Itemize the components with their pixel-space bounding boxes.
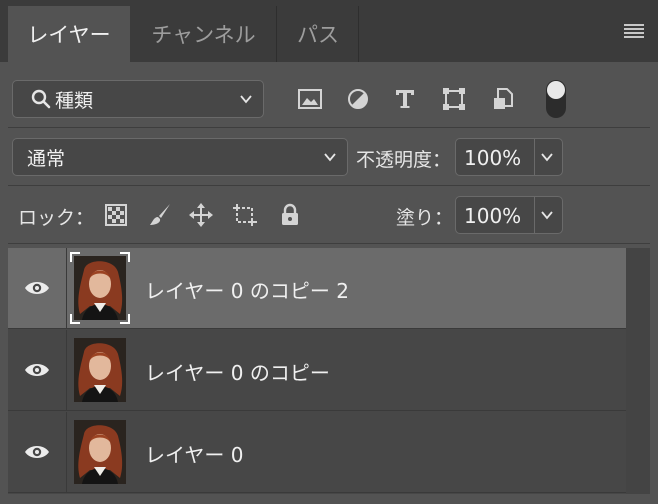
divider [8, 127, 650, 128]
lock-all-icon[interactable] [275, 200, 305, 230]
chevron-down-icon[interactable] [540, 150, 554, 164]
chevron-down-icon [324, 153, 336, 162]
layer-row[interactable]: レイヤー 0 のコピー [8, 330, 626, 411]
layer-thumbnail[interactable] [74, 338, 126, 402]
toggle-knob [547, 81, 565, 99]
divider [8, 185, 650, 186]
divider [8, 243, 650, 244]
eye-icon [25, 282, 49, 294]
chevron-down-icon [240, 95, 252, 104]
search-icon [31, 89, 51, 109]
filter-kind-label: 種類 [55, 89, 94, 112]
hamburger-menu-icon[interactable] [624, 24, 644, 38]
divider [534, 197, 535, 233]
lock-label: ロック： [18, 207, 95, 229]
layer-list: レイヤー 0 のコピー 2 レイヤー 0 のコピー レイヤー 0 [8, 248, 626, 494]
panel-tab-bar: レイヤー チャンネル パス [0, 0, 658, 62]
opacity-field[interactable]: 100% [455, 138, 563, 176]
opacity-label: 不透明度： [356, 149, 452, 171]
filter-toggle-switch[interactable] [546, 80, 566, 118]
fill-value[interactable]: 100% [464, 204, 521, 228]
visibility-toggle[interactable] [8, 248, 67, 328]
type-filter-icon[interactable] [390, 84, 420, 114]
layer-thumbnail[interactable] [74, 420, 126, 484]
layer-name[interactable]: レイヤー 0 のコピー 2 [145, 275, 349, 304]
layer-name[interactable]: レイヤー 0 のコピー [145, 357, 330, 386]
visibility-toggle[interactable] [8, 330, 67, 410]
image-filter-icon[interactable] [295, 84, 325, 114]
lock-transparent-pixels-icon[interactable] [101, 200, 131, 230]
opacity-value[interactable]: 100% [464, 146, 521, 170]
layer-row[interactable]: レイヤー 0 [8, 412, 626, 493]
lock-artboard-icon[interactable] [230, 200, 260, 230]
lock-image-pixels-icon[interactable] [145, 200, 175, 230]
filter-kind-dropdown[interactable]: 種類 [12, 80, 264, 118]
fill-label: 塗り： [396, 207, 454, 229]
tab-paths[interactable]: パス [278, 6, 359, 62]
adjustment-filter-icon[interactable] [343, 84, 373, 114]
blend-mode-value: 通常 [27, 147, 66, 170]
tab-channels[interactable]: チャンネル [131, 6, 277, 62]
scrollbar-track[interactable] [626, 248, 650, 494]
smart-object-filter-icon[interactable] [488, 84, 518, 114]
layer-name[interactable]: レイヤー 0 [145, 439, 243, 468]
eye-icon [25, 364, 49, 376]
layer-row[interactable]: レイヤー 0 のコピー 2 [8, 248, 626, 329]
lock-position-icon[interactable] [186, 200, 216, 230]
divider [534, 139, 535, 175]
blend-mode-dropdown[interactable]: 通常 [12, 138, 348, 176]
fill-field[interactable]: 100% [455, 196, 563, 234]
shape-filter-icon[interactable] [439, 84, 469, 114]
eye-icon [25, 446, 49, 458]
chevron-down-icon[interactable] [540, 208, 554, 222]
visibility-toggle[interactable] [8, 412, 67, 492]
selection-frame [70, 252, 130, 324]
tab-layers[interactable]: レイヤー [8, 6, 130, 62]
